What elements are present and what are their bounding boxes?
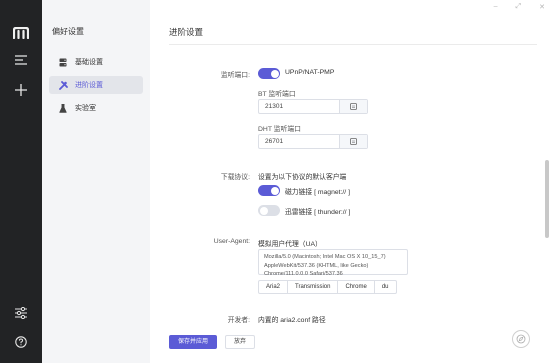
window-controls: – ⤢ ✕ [494, 3, 545, 11]
dht-port-label: DHT 监听端口 [258, 126, 301, 133]
sidebar-item-label: 进阶设置 [75, 82, 103, 89]
developer-label: 开发者: [227, 317, 250, 324]
sidebar-title: 偏好设置 [52, 27, 84, 36]
scrollbar-thumb[interactable] [545, 160, 549, 238]
bt-port-field[interactable]: 21301 [258, 99, 368, 114]
upnp-toggle[interactable] [258, 68, 280, 79]
sidebar-item-label: 基础设置 [75, 59, 103, 66]
main-panel: – ⤢ ✕ 进阶设置 [150, 0, 553, 363]
bt-port-random-button[interactable] [339, 100, 367, 113]
save-apply-button[interactable]: 保存并应用 [169, 335, 217, 349]
dice-icon [350, 138, 357, 145]
compass-icon [516, 334, 526, 344]
preferences-sliders-icon[interactable] [12, 304, 30, 322]
close-icon[interactable]: ✕ [539, 3, 545, 11]
preferences-sidebar: 偏好设置 基础设置 进阶设置 实验室 [42, 0, 150, 363]
title-divider [169, 44, 537, 45]
tools-icon [58, 80, 68, 90]
dice-icon [350, 103, 357, 110]
motrix-logo-icon[interactable] [12, 24, 30, 42]
thunder-toggle[interactable] [258, 205, 280, 216]
task-list-icon[interactable] [12, 51, 30, 69]
dht-port-random-button[interactable] [339, 135, 367, 148]
protocol-description: 设置为以下协议的默认客户端 [258, 174, 347, 181]
drive-icon [58, 57, 68, 67]
minimize-icon[interactable]: – [494, 3, 498, 11]
developer-value[interactable]: 内置的 aria2.conf 路径 [258, 314, 326, 324]
ua-preset-transmission-button[interactable]: Transmission [288, 280, 339, 294]
sidebar-item-advanced[interactable]: 进阶设置 [49, 76, 143, 94]
magnet-toggle[interactable] [258, 185, 280, 196]
bt-port-input[interactable]: 21301 [259, 100, 339, 113]
thunder-label: 迅雷链接 [ thunder:// ] [285, 209, 351, 216]
user-agent-title: 模拟用户代理（UA） [258, 241, 322, 248]
flask-icon [58, 103, 68, 113]
discard-button[interactable]: 放弃 [225, 335, 255, 349]
user-agent-textarea[interactable]: Mozilla/5.0 (Macintosh; Intel Mac OS X 1… [258, 249, 408, 277]
ua-preset-aria2-button[interactable]: Aria2 [258, 280, 289, 294]
sidebar-item-label: 实验室 [75, 105, 96, 112]
ua-preset-du-button[interactable]: du [374, 280, 397, 294]
scroll-indicator[interactable] [512, 330, 530, 348]
download-protocol-label: 下载协议: [220, 174, 250, 181]
user-agent-label: User-Agent: [213, 238, 250, 245]
maximize-icon[interactable]: ⤢ [516, 3, 522, 11]
ua-preset-chrome-button[interactable]: Chrome [338, 280, 375, 294]
dht-port-field[interactable]: 26701 [258, 134, 368, 149]
bt-port-label: BT 监听端口 [258, 91, 296, 98]
dht-port-input[interactable]: 26701 [259, 135, 339, 148]
listen-port-label: 监听端口: [220, 72, 250, 79]
app-rail [0, 0, 42, 363]
page-title: 进阶设置 [169, 27, 204, 37]
magnet-label: 磁力链接 [ magnet:// ] [285, 189, 350, 196]
add-task-icon[interactable] [12, 81, 30, 99]
upnp-label: UPnP/NAT-PMP [285, 69, 335, 76]
user-agent-presets: Aria2 Transmission Chrome du [258, 280, 397, 294]
sidebar-item-lab[interactable]: 实验室 [49, 99, 143, 117]
help-icon[interactable] [12, 333, 30, 351]
sidebar-item-basic[interactable]: 基础设置 [49, 53, 143, 71]
